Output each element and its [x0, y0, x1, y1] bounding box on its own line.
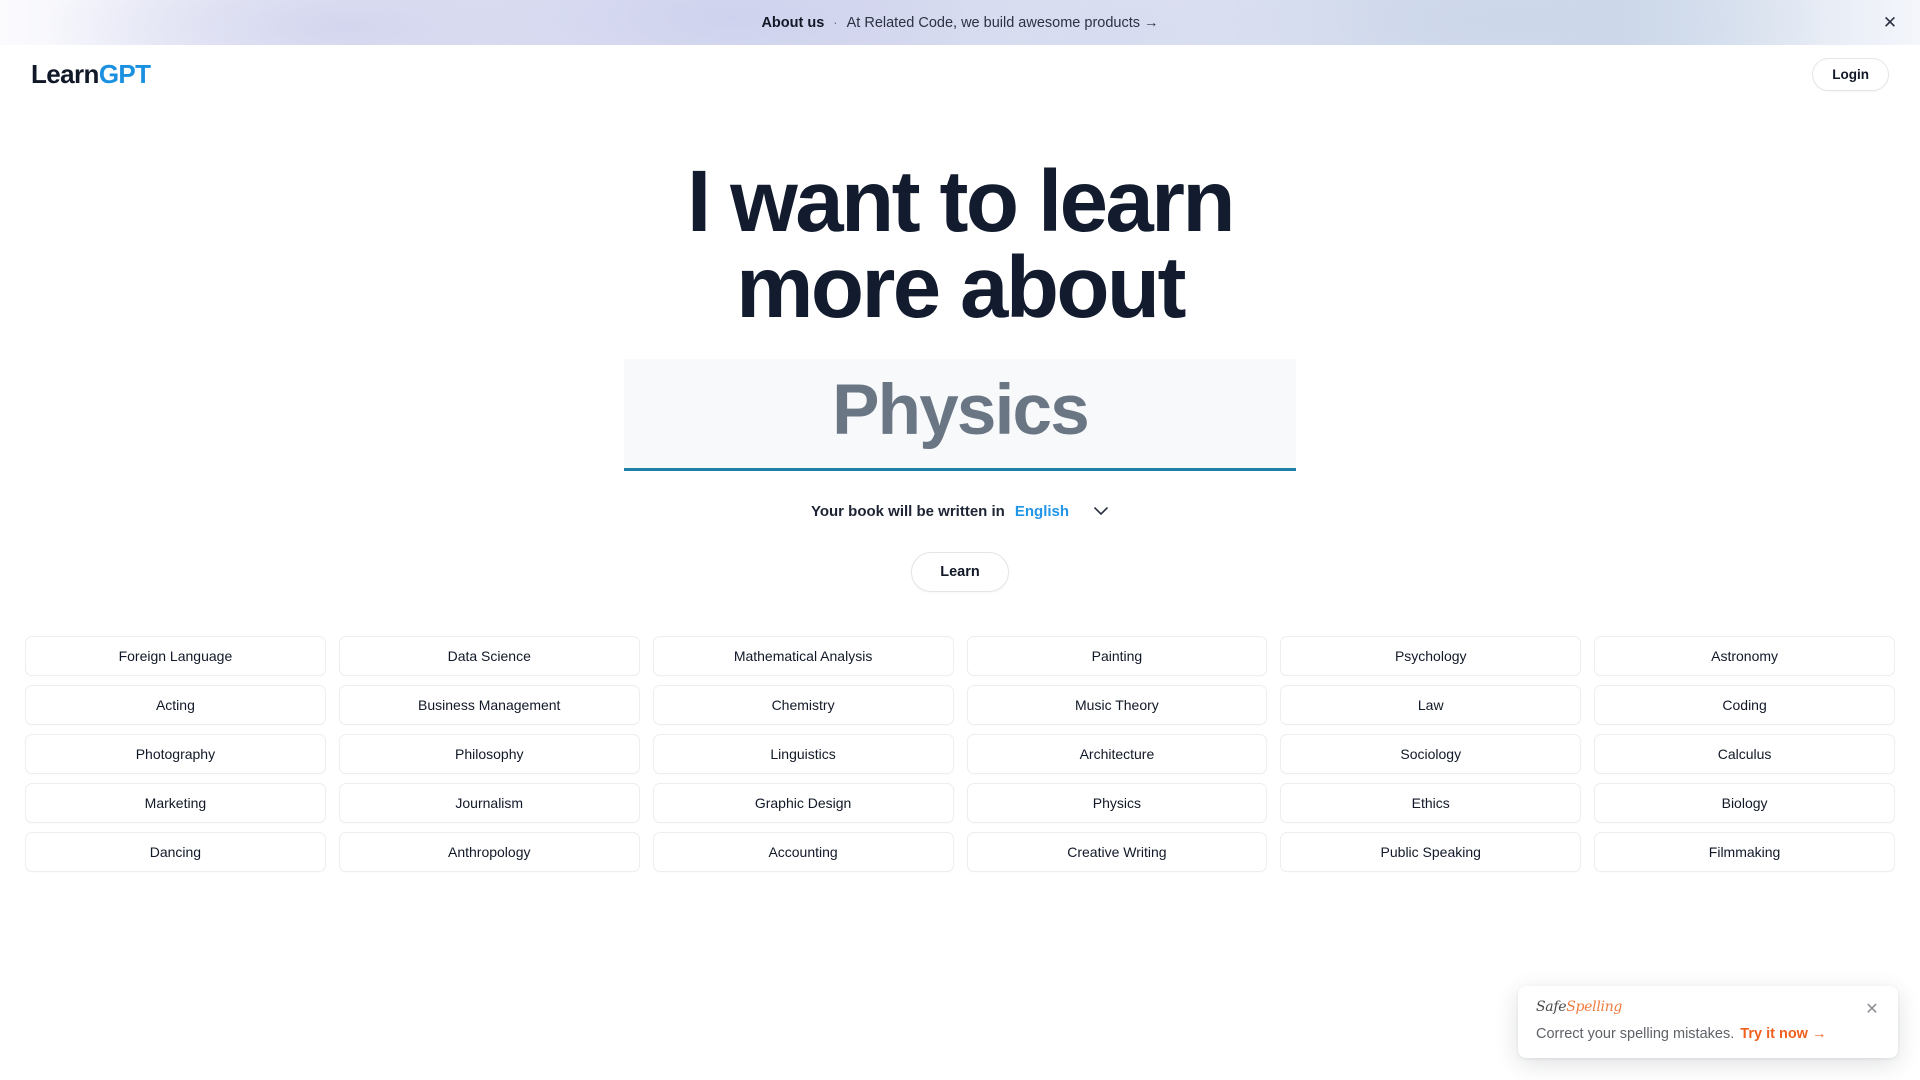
topic-card[interactable]: Coding	[1594, 685, 1895, 726]
topic-input-wrapper	[624, 359, 1296, 472]
topic-card[interactable]: Mathematical Analysis	[652, 636, 954, 677]
toast-logo: SafeSpelling	[1536, 1000, 1880, 1014]
announcement-separator: ·	[833, 15, 838, 30]
topic-card[interactable]: Sociology	[1280, 734, 1582, 775]
topic-card[interactable]: Philosophy	[338, 734, 640, 775]
announcement-link[interactable]: About us	[761, 15, 824, 31]
headline-line-1: I want to learn	[687, 153, 1236, 250]
topic-card[interactable]: Filmmaking	[1594, 832, 1895, 873]
hero-section: I want to learn more about Your book wil…	[0, 103, 1920, 593]
topic-card[interactable]: Psychology	[1280, 636, 1582, 677]
language-selector-row: Your book will be written in English	[811, 503, 1109, 520]
topic-card[interactable]: Dancing	[25, 832, 326, 873]
chevron-down-icon[interactable]	[1093, 504, 1109, 520]
topic-card[interactable]: Photography	[25, 734, 326, 775]
topic-card[interactable]: Journalism	[338, 783, 640, 824]
topic-card[interactable]: Public Speaking	[1280, 832, 1582, 873]
topic-card[interactable]: Acting	[25, 685, 326, 726]
topic-card[interactable]: Calculus	[1594, 734, 1895, 775]
topic-card[interactable]: Creative Writing	[966, 832, 1268, 873]
site-header: LearnGPT Login	[0, 45, 1920, 103]
topic-card[interactable]: Chemistry	[652, 685, 954, 726]
topic-card[interactable]: Astronomy	[1594, 636, 1895, 677]
toast-body: Correct your spelling mistakes. Try it n…	[1536, 1026, 1880, 1042]
logo-primary-text: Learn	[31, 59, 99, 89]
headline-line-2: more about	[736, 239, 1186, 337]
logo-accent-text: GPT	[98, 59, 151, 89]
toast-logo-accent: Spelling	[1566, 999, 1623, 1015]
close-icon[interactable]: ✕	[1862, 1000, 1882, 1020]
topic-card[interactable]: Biology	[1594, 783, 1895, 824]
login-button[interactable]: Login	[1812, 57, 1889, 91]
toast-logo-primary: Safe	[1536, 999, 1567, 1015]
topic-card[interactable]: Business Management	[338, 685, 640, 726]
topic-card[interactable]: Marketing	[25, 783, 326, 824]
language-label: Your book will be written in	[810, 503, 1005, 521]
announcement-content: About us · At Related Code, we build awe…	[761, 15, 1158, 31]
topic-card[interactable]: Painting	[966, 636, 1268, 677]
topic-grid: Foreign Language Data Science Mathematic…	[25, 636, 1895, 873]
topic-card[interactable]: Law	[1280, 685, 1582, 726]
topic-card[interactable]: Accounting	[652, 832, 954, 873]
topic-card[interactable]: Physics	[966, 783, 1268, 824]
toast-message: Correct your spelling mistakes.	[1536, 1026, 1735, 1042]
announcement-banner: About us · At Related Code, we build awe…	[0, 0, 1920, 45]
topic-card[interactable]: Music Theory	[966, 685, 1268, 726]
spelling-toast: SafeSpelling Correct your spelling mista…	[1518, 986, 1898, 1058]
page-title: I want to learn more about	[410, 153, 1510, 337]
learn-button[interactable]: Learn	[911, 552, 1009, 593]
topic-card[interactable]: Ethics	[1280, 783, 1582, 824]
announcement-text[interactable]: At Related Code, we build awesome produc…	[847, 15, 1159, 31]
topic-card[interactable]: Anthropology	[338, 832, 640, 873]
topic-card[interactable]: Linguistics	[652, 734, 954, 775]
topic-card[interactable]: Data Science	[338, 636, 640, 677]
close-icon[interactable]: ✕	[1879, 12, 1901, 34]
toast-cta-link[interactable]: Try it now →	[1740, 1026, 1826, 1042]
logo[interactable]: LearnGPT	[31, 59, 151, 89]
topic-card[interactable]: Graphic Design	[652, 783, 954, 824]
topic-card[interactable]: Architecture	[966, 734, 1268, 775]
topic-input[interactable]	[624, 359, 1296, 472]
language-value[interactable]: English	[1015, 503, 1069, 520]
topic-card[interactable]: Foreign Language	[25, 636, 326, 677]
